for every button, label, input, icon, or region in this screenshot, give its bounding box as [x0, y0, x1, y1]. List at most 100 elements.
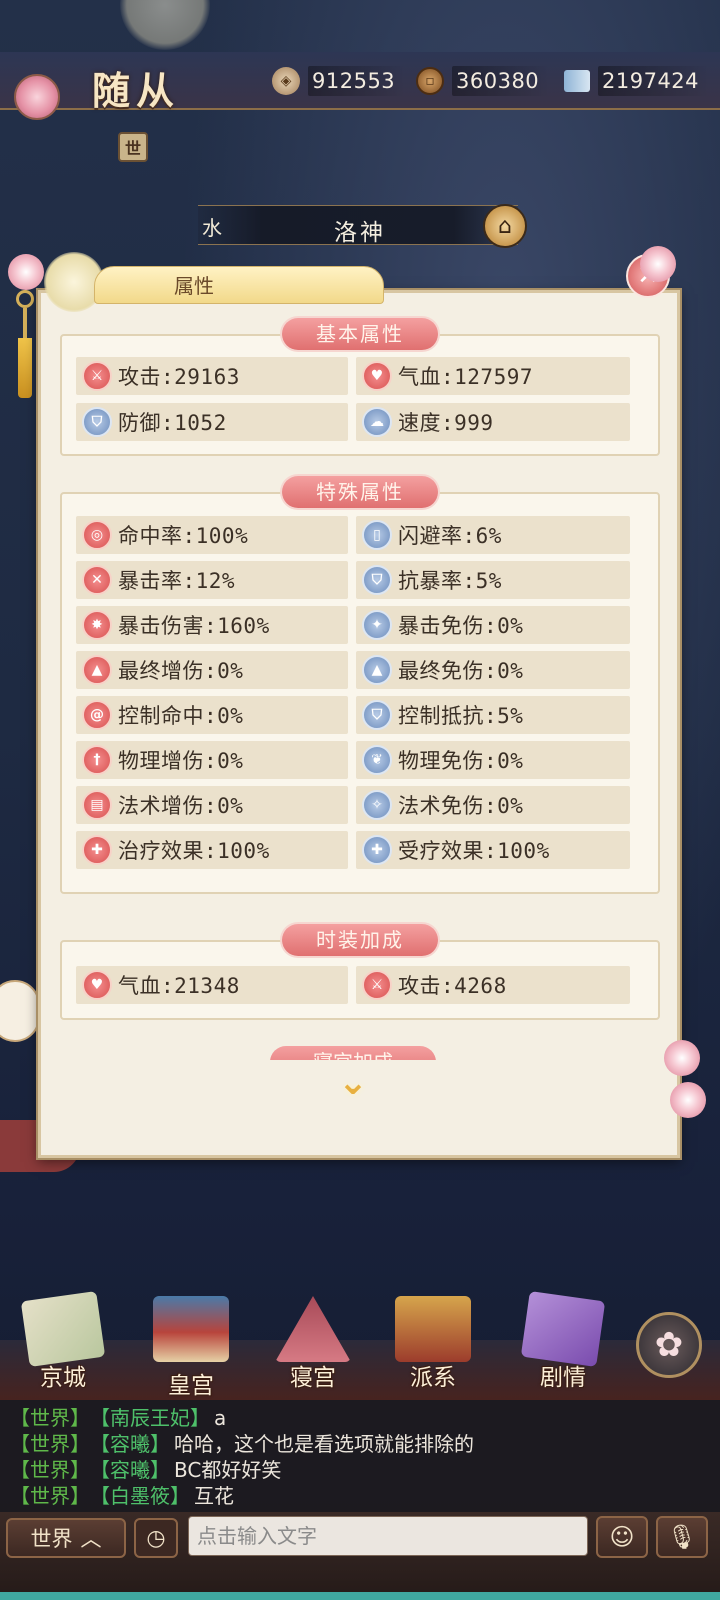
- shield-icon: ⛉: [82, 407, 112, 437]
- basic-attributes-header: 基本属性: [0, 318, 720, 350]
- nav-faction[interactable]: 派系: [378, 1296, 488, 1396]
- character-name: 洛神: [334, 220, 386, 246]
- magic-shield-icon: ✧: [362, 790, 392, 820]
- stat-text: 气血:127597: [398, 365, 534, 389]
- world-map-button[interactable]: 世: [118, 132, 148, 162]
- target-icon: ◎: [82, 520, 112, 550]
- nav-label: 京城: [40, 1365, 86, 1391]
- blossom-decoration: [670, 1082, 706, 1118]
- scroll-down-chevron-icon[interactable]: ⌄: [328, 1062, 378, 1103]
- stat-row: ✧ 法术免伤:0%: [356, 786, 630, 824]
- chat-sender[interactable]: 【白墨筱】: [100, 1484, 190, 1508]
- tassel-decoration: [16, 290, 34, 410]
- control-resist-icon: ⛉: [362, 700, 392, 730]
- crossed-swords-icon: ✕: [82, 565, 112, 595]
- stat-row: † 物理增伤:0%: [76, 741, 348, 779]
- section-title: 时装加成: [282, 924, 438, 956]
- faction-banner-icon: [395, 1296, 471, 1362]
- nav-bedchamber[interactable]: 寝宫: [258, 1296, 368, 1396]
- nav-story[interactable]: 剧情: [508, 1291, 618, 1396]
- stat-text: 气血:21348: [118, 974, 240, 998]
- chat-message: BC都好好笑: [174, 1458, 282, 1482]
- chat-channel: 【世界】: [10, 1458, 90, 1482]
- final-reduction-icon: ▲: [362, 655, 392, 685]
- stat-text: 治疗效果:100%: [118, 839, 270, 863]
- stat-row: ▯ 闪避率:6%: [356, 516, 630, 554]
- emoji-icon[interactable]: ☺: [596, 1516, 648, 1558]
- nav-capital[interactable]: 京城: [8, 1291, 118, 1396]
- stat-row: ▲ 最终增伤:0%: [76, 651, 348, 689]
- blossom-decoration: [640, 246, 676, 282]
- special-attributes-header: 特殊属性: [0, 476, 720, 508]
- channel-select-button[interactable]: 世界 ︿: [6, 1518, 126, 1558]
- chat-channel: 【世界】: [10, 1432, 90, 1456]
- stat-row: ✸ 暴击伤害:160%: [76, 606, 348, 644]
- stat-row: ✦ 暴击免伤:0%: [356, 606, 630, 644]
- sword-icon: ⚔: [362, 970, 392, 1000]
- stat-text: 攻击:29163: [118, 365, 240, 389]
- chat-line: 【世界】 【容曦】 哈哈，这个也是看选项就能排除的: [10, 1431, 474, 1457]
- currency-book[interactable]: 2197424: [564, 66, 710, 96]
- stat-row: ✕ 暴击率:12%: [76, 561, 348, 599]
- burst-icon: ✸: [82, 610, 112, 640]
- story-book-icon: [520, 1291, 606, 1367]
- dagger-icon: †: [82, 745, 112, 775]
- bottom-strip: [0, 1592, 720, 1600]
- chat-sender[interactable]: 【容曦】: [100, 1432, 170, 1456]
- copper-coin-icon: ▫: [416, 67, 444, 95]
- stat-row: ▤ 法术增伤:0%: [76, 786, 348, 824]
- stat-text: 受疗效果:100%: [398, 839, 550, 863]
- sword-icon: ⚔: [82, 361, 112, 391]
- section-title: 寝宫加成: [270, 1046, 436, 1060]
- spiral-icon: @: [82, 700, 112, 730]
- microphone-icon[interactable]: 🎙: [656, 1516, 708, 1558]
- jade-token-icon: ◈: [272, 67, 300, 95]
- currency-copper[interactable]: ▫ 360380: [416, 66, 550, 96]
- chat-sender[interactable]: 【南辰王妃】: [100, 1406, 210, 1430]
- nav-palace[interactable]: 皇宫: [136, 1296, 246, 1399]
- spellbook-icon: ▤: [82, 790, 112, 820]
- nav-label: 派系: [410, 1365, 456, 1391]
- stat-row: ▲ 最终免伤:0%: [356, 651, 630, 689]
- currency-jade[interactable]: ◈ 912553: [272, 66, 406, 96]
- stat-row: ☁ 速度:999: [356, 403, 630, 441]
- blossom-decoration: [664, 1040, 700, 1076]
- nav-label: 寝宫: [290, 1365, 336, 1391]
- heart-icon: ♥: [82, 970, 112, 1000]
- stat-text: 暴击免伤:0%: [398, 614, 524, 638]
- stat-text: 法术增伤:0%: [118, 794, 244, 818]
- channel-label: 世界: [30, 1527, 73, 1551]
- palace-icon: [153, 1296, 229, 1362]
- stat-row: ◎ 命中率:100%: [76, 516, 348, 554]
- chat-input[interactable]: [188, 1516, 588, 1556]
- chat-message: a: [214, 1406, 227, 1430]
- hat-icon[interactable]: ⌂: [483, 204, 527, 248]
- stat-text: 防御:1052: [118, 411, 227, 435]
- chat-channel: 【世界】: [10, 1484, 90, 1508]
- stat-text: 抗暴率:5%: [398, 569, 502, 593]
- side-avatar[interactable]: [0, 980, 40, 1042]
- stat-text: 最终免伤:0%: [398, 659, 524, 683]
- cloud-speed-icon: ☁: [362, 407, 392, 437]
- stat-row: ⚔ 攻击:29163: [76, 357, 348, 395]
- tab-attributes[interactable]: 属性: [94, 266, 384, 304]
- final-damage-icon: ▲: [82, 655, 112, 685]
- book-icon: [564, 70, 590, 92]
- nav-label: 剧情: [540, 1365, 586, 1391]
- history-icon[interactable]: ◷: [134, 1518, 178, 1558]
- stat-text: 暴击率:12%: [118, 569, 236, 593]
- stat-row: ✚ 受疗效果:100%: [356, 831, 630, 869]
- bedchamber-bonus-header: 寝宫加成: [270, 1046, 436, 1060]
- crit-resist-icon: ⛉: [362, 565, 392, 595]
- crit-reduction-icon: ✦: [362, 610, 392, 640]
- stat-row: ⚔ 攻击:4268: [356, 966, 630, 1004]
- stat-row: ♥ 气血:21348: [76, 966, 348, 1004]
- stat-text: 物理增伤:0%: [118, 749, 244, 773]
- sakura-menu-icon[interactable]: ✿: [636, 1312, 702, 1378]
- section-title: 基本属性: [282, 318, 438, 350]
- fashion-bonus-header: 时装加成: [0, 924, 720, 956]
- chat-sender[interactable]: 【容曦】: [100, 1458, 170, 1482]
- chat-message: 互花: [194, 1484, 234, 1508]
- stat-text: 控制抵抗:5%: [398, 704, 524, 728]
- map-icon: [20, 1291, 106, 1367]
